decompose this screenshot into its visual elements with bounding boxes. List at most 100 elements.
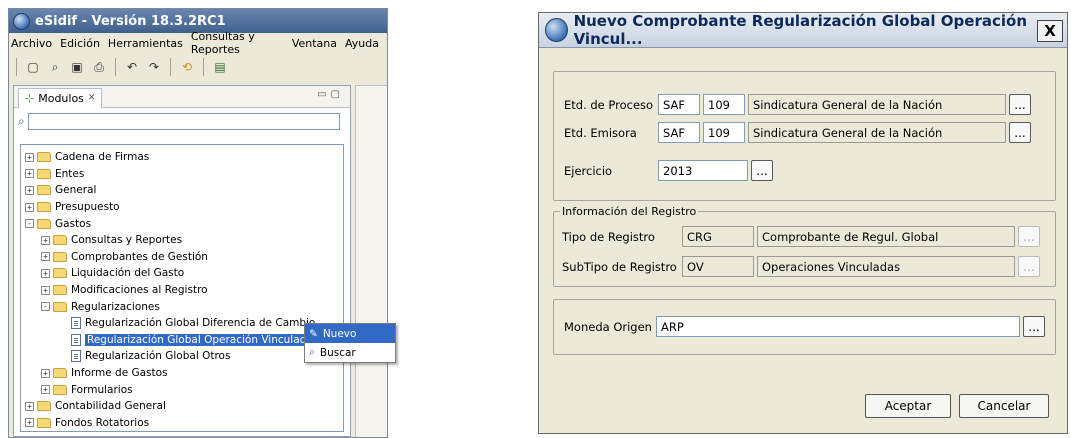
esidif-window: eSidif - Versión 18.3.2RC1 Archivo Edici… xyxy=(8,8,388,438)
aceptar-button[interactable]: Aceptar xyxy=(865,394,951,418)
expand-icon[interactable]: + xyxy=(25,202,34,212)
tree-node-label: Liquidación del Gasto xyxy=(71,267,185,280)
tree-node[interactable]: + Contabilidad General xyxy=(21,398,343,415)
context-menu-nuevo[interactable]: ✎ Nuevo xyxy=(305,324,395,343)
etd-proceso-name-field: Sindicatura General de la Nación xyxy=(748,94,1006,115)
tree-node[interactable]: - Gastos xyxy=(21,215,343,232)
navigate-forward-icon[interactable]: ↷ xyxy=(145,58,163,76)
tree-node[interactable]: + Fondos Rotatorios xyxy=(21,415,343,432)
context-menu-nuevo-label: Nuevo xyxy=(322,327,357,340)
etd-emisora-lookup-button[interactable]: ... xyxy=(1009,122,1031,143)
close-tab-icon[interactable]: ✕ xyxy=(88,93,96,103)
menu-herramientas[interactable]: Herramientas xyxy=(108,37,183,50)
moneda-group: Moneda Origen ARP ... xyxy=(553,299,1056,355)
folder-icon xyxy=(53,285,67,296)
tree-node[interactable]: Regularización Global Operación Vinculad… xyxy=(21,332,343,349)
tab-modulos[interactable]: ⊹ Modulos ✕ xyxy=(18,87,103,108)
tree-node-label: Gastos xyxy=(55,217,92,230)
folder-icon xyxy=(53,384,67,395)
tree-node[interactable]: + Liquidación del Gasto xyxy=(21,265,343,282)
expand-icon[interactable]: + xyxy=(41,368,50,378)
expand-icon[interactable]: + xyxy=(41,268,50,278)
folder-icon xyxy=(37,218,51,229)
close-button[interactable]: X xyxy=(1037,20,1063,42)
expand-icon[interactable]: + xyxy=(25,418,34,428)
cancelar-button[interactable]: Cancelar xyxy=(959,394,1049,418)
new-file-icon[interactable]: ▢ xyxy=(24,58,42,76)
expand-icon[interactable]: + xyxy=(41,285,50,295)
etd-proceso-type-field[interactable]: SAF xyxy=(658,94,700,115)
menu-edicion[interactable]: Edición xyxy=(60,37,100,50)
expand-icon[interactable]: + xyxy=(41,385,50,395)
context-menu-buscar[interactable]: ⌕ Buscar xyxy=(305,343,395,362)
report-icon[interactable]: ▤ xyxy=(211,58,229,76)
tree-node[interactable]: + Informe de Gastos xyxy=(21,365,343,382)
moneda-lookup-button[interactable]: ... xyxy=(1023,316,1045,337)
informacion-registro-legend: Información del Registro xyxy=(560,205,699,218)
expand-icon[interactable]: + xyxy=(25,152,34,162)
etd-emisora-code-field[interactable]: 109 xyxy=(703,122,745,143)
etd-emisora-row: Etd. Emisora SAF 109 Sindicatura General… xyxy=(564,122,1031,143)
expand-icon[interactable]: + xyxy=(25,401,34,411)
menu-ayuda[interactable]: Ayuda xyxy=(345,37,379,50)
module-search-input[interactable] xyxy=(27,112,340,130)
entidades-group: Etd. de Proceso SAF 109 Sindicatura Gene… xyxy=(553,71,1056,201)
moneda-origen-field[interactable]: ARP xyxy=(656,316,1020,337)
tree-node[interactable]: + Cadena de Firmas xyxy=(21,149,343,166)
tree-node[interactable]: + Comprobantes de Gestión xyxy=(21,249,343,266)
folder-icon xyxy=(37,417,51,428)
tree-node[interactable]: + Formularios xyxy=(21,381,343,398)
expand-icon[interactable]: + xyxy=(41,252,50,262)
search-icon: ⌕ xyxy=(18,113,25,128)
tree-node-label: Entes xyxy=(55,167,85,180)
minimize-maximize-icon[interactable]: ▭▢ xyxy=(317,89,344,100)
tree-node[interactable]: Regularización Global Diferencia de Camb… xyxy=(21,315,343,332)
print-icon[interactable]: ⎙ xyxy=(90,58,108,76)
tree-node-label: Regularización Global Otros xyxy=(85,350,231,363)
menu-archivo[interactable]: Archivo xyxy=(11,37,52,50)
ejercicio-field[interactable]: 2013 xyxy=(658,160,748,181)
folder-icon xyxy=(37,152,51,163)
tree-node[interactable]: + Modificaciones al Registro xyxy=(21,282,343,299)
collapse-icon[interactable]: - xyxy=(25,219,34,229)
ejercicio-row: Ejercicio 2013 ... xyxy=(564,160,773,181)
folder-icon xyxy=(53,301,67,312)
etd-proceso-lookup-button[interactable]: ... xyxy=(1009,94,1031,115)
folder-icon xyxy=(53,368,67,379)
context-menu-buscar-label: Buscar xyxy=(319,346,356,359)
menu-ventana[interactable]: Ventana xyxy=(292,37,337,50)
etd-proceso-code-field[interactable]: 109 xyxy=(703,94,745,115)
refresh-icon[interactable]: ⟲ xyxy=(178,58,196,76)
tree-node-label: Formularios xyxy=(71,383,133,396)
collapse-icon[interactable]: - xyxy=(41,302,50,312)
expand-icon[interactable]: + xyxy=(25,169,34,179)
tree-node-label: Contabilidad General xyxy=(55,400,166,413)
etd-emisora-type-field[interactable]: SAF xyxy=(658,122,700,143)
toolbar-divider xyxy=(115,58,116,76)
toolbar: ▢ ⌕ ▣ ⎙ ↶ ↷ ⟲ ▤ xyxy=(9,53,387,81)
tree-node[interactable]: + General xyxy=(21,182,343,199)
tipo-registro-row: Tipo de Registro CRG Comprobante de Regu… xyxy=(562,226,1040,247)
tree-node-label: Regularizaciones xyxy=(71,300,160,313)
modules-view: ⊹ Modulos ✕ ▭▢ ⌕ + Cadena de Firmas + Entes… xyxy=(13,85,351,437)
document-icon xyxy=(71,333,81,346)
tree-node[interactable]: + Consultas y Reportes xyxy=(21,232,343,249)
tree-node[interactable]: Regularización Global Otros xyxy=(21,348,343,365)
search-icon[interactable]: ⌕ xyxy=(46,58,64,76)
tree-node-label: Informe de Gastos xyxy=(71,367,168,380)
tree-node[interactable]: - Regularizaciones xyxy=(21,298,343,315)
expand-icon[interactable]: + xyxy=(25,185,34,195)
ejercicio-label: Ejercicio xyxy=(564,163,613,178)
tree-node[interactable]: + Presupuesto xyxy=(21,199,343,216)
navigate-back-icon[interactable]: ↶ xyxy=(123,58,141,76)
expand-icon[interactable]: + xyxy=(41,235,50,245)
tree-node-label: Consultas y Reportes xyxy=(71,234,183,247)
ejercicio-lookup-button[interactable]: ... xyxy=(751,160,773,181)
folder-icon xyxy=(37,202,51,213)
tab-modulos-label: Modulos xyxy=(38,91,84,105)
tree-node-label: Cadena de Firmas xyxy=(55,151,150,164)
menu-consultas[interactable]: Consultas y Reportes xyxy=(191,30,284,56)
tree-node[interactable]: + Entes xyxy=(21,166,343,183)
tipo-registro-label: Tipo de Registro xyxy=(562,229,655,244)
save-icon[interactable]: ▣ xyxy=(68,58,86,76)
